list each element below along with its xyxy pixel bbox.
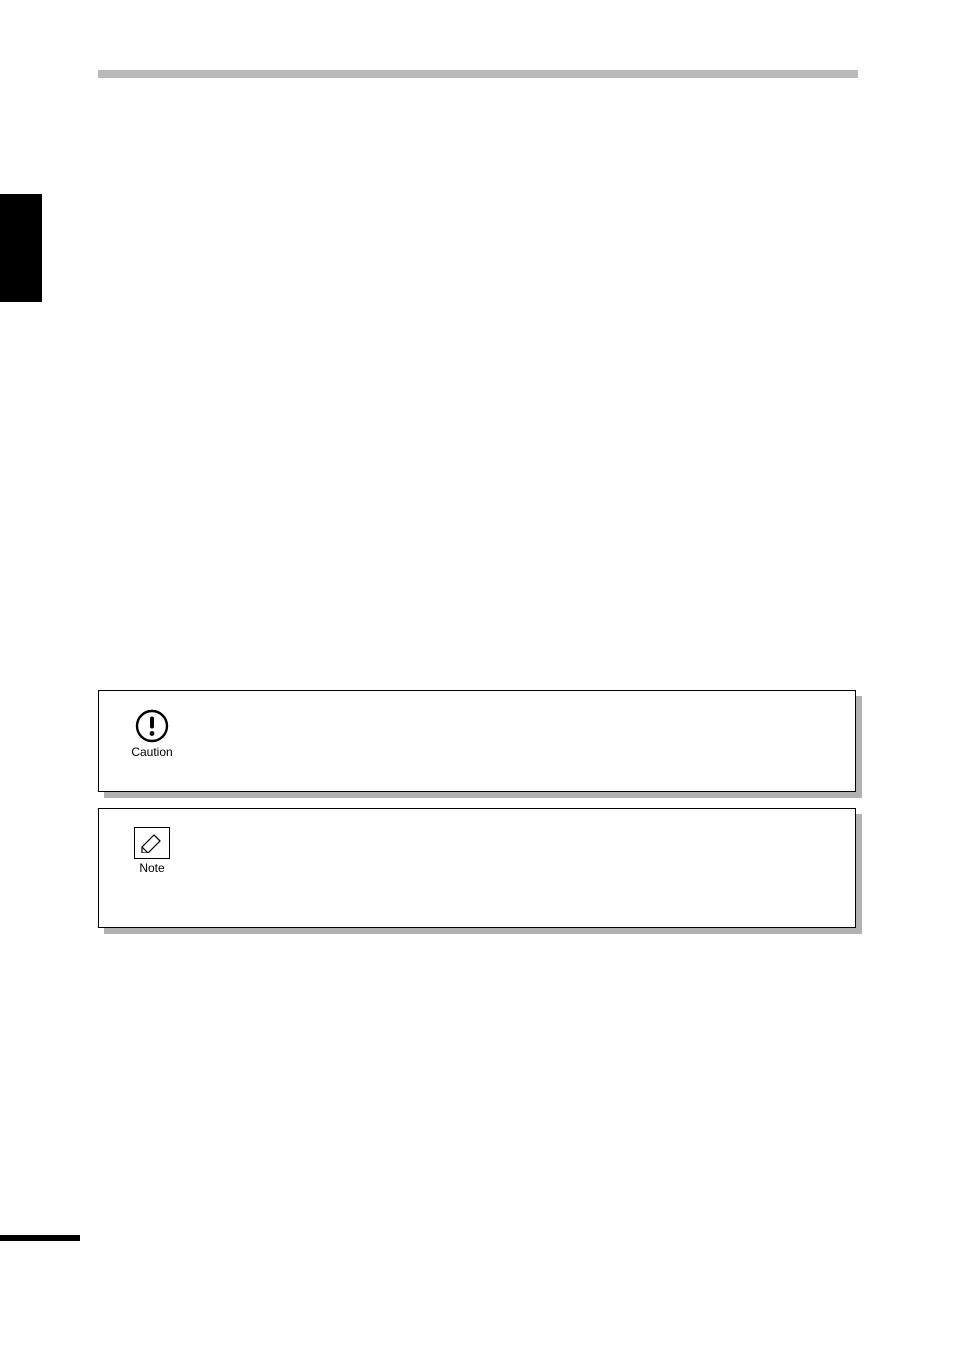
callout-box: Note xyxy=(98,808,856,928)
header-divider xyxy=(98,70,858,78)
callout-box: Caution xyxy=(98,690,856,792)
caution-icon xyxy=(135,709,169,743)
note-label: Note xyxy=(139,861,164,875)
side-tab xyxy=(0,194,42,302)
page: Caution Note xyxy=(0,0,954,1349)
caution-icon-column: Caution xyxy=(125,709,179,759)
note-icon-frame xyxy=(134,827,170,859)
note-callout: Note xyxy=(98,808,856,928)
caution-callout: Caution xyxy=(98,690,856,792)
callout-body: Caution xyxy=(99,691,855,791)
callout-body: Note xyxy=(99,809,855,927)
note-icon xyxy=(140,833,164,853)
caution-label: Caution xyxy=(131,745,172,759)
note-icon-column: Note xyxy=(125,827,179,875)
footer-rule xyxy=(0,1235,80,1241)
